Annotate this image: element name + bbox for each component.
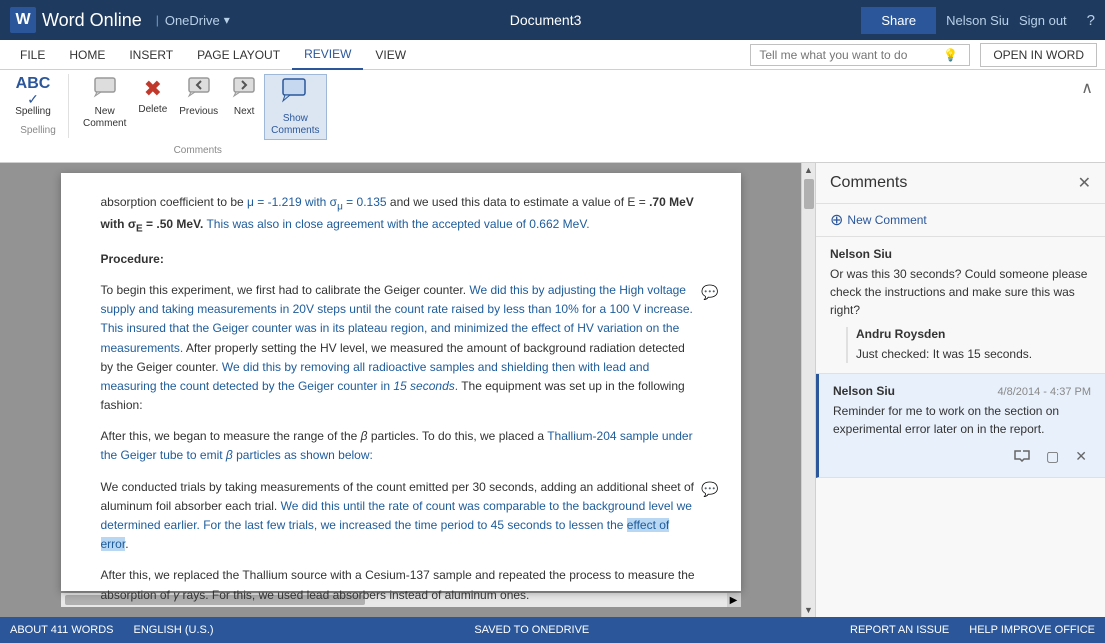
paragraph-2: After this, we began to measure the rang… [101,427,701,465]
show-comments-button[interactable]: ShowComments [264,74,326,140]
spelling-group-label: Spelling [8,125,68,136]
plus-icon: ⊕ [830,210,843,230]
word-online-label: Word Online [42,10,142,31]
comment-actions-2: ▢ ✕ [833,446,1091,467]
lightbulb-icon: 💡 [943,48,958,62]
comments-group: NewComment ✖ Delete Previous [69,74,327,158]
spelling-group: ABC ✓ Spelling Spelling [8,74,69,138]
expand-action-button[interactable]: ▢ [1042,446,1063,467]
new-comment-label: NewComment [83,106,126,130]
ribbon: ABC ✓ Spelling Spelling NewComment [0,70,1105,163]
vertical-scroll-thumb[interactable] [804,179,814,209]
next-icon [232,76,256,104]
new-comment-panel-label: New Comment [847,213,926,227]
comment-bubble-2[interactable]: 💬 [701,478,718,500]
scroll-up-button[interactable]: ▲ [802,163,815,177]
user-name: Nelson Siu [946,13,1009,28]
help-button[interactable]: ? [1087,12,1095,29]
spelling-label: Spelling [15,106,51,118]
tell-me-box[interactable]: 💡 [750,44,970,66]
main-area: absorption coefficient to be μ = -1.219 … [0,163,1105,617]
word-icon: W [10,7,36,33]
comment-thread-1: Nelson Siu Or was this 30 seconds? Could… [816,237,1105,374]
reply-action-button[interactable] [1010,446,1034,467]
show-comments-icon [281,77,309,111]
menu-page-layout[interactable]: PAGE LAYOUT [185,40,292,70]
menu-bar: FILE HOME INSERT PAGE LAYOUT REVIEW VIEW… [0,40,1105,70]
procedure-heading: Procedure: [101,250,701,269]
menu-home[interactable]: HOME [57,40,117,70]
reply-body-1: Just checked: It was 15 seconds. [856,345,1091,363]
delete-icon: ✖ [144,76,162,102]
previous-button[interactable]: Previous [173,74,224,120]
menu-review[interactable]: REVIEW [292,40,363,70]
new-comment-panel-button[interactable]: ⊕ New Comment [816,204,1105,237]
tell-me-input[interactable] [759,48,939,62]
scroll-down-button[interactable]: ▼ [802,603,815,617]
show-comments-label: ShowComments [271,113,319,137]
doc-title: Document3 [230,12,862,28]
new-comment-button[interactable]: NewComment [77,74,132,132]
comments-group-label: Comments [69,145,327,156]
spelling-button[interactable]: ABC ✓ Spelling [8,74,58,120]
open-in-word-button[interactable]: OPEN IN WORD [980,43,1097,67]
delete-button[interactable]: ✖ Delete [132,74,173,118]
comments-header: Comments ✕ [816,163,1105,204]
title-divider: | [156,13,159,27]
delete-label: Delete [138,104,167,116]
next-label: Next [234,106,255,118]
document-page: absorption coefficient to be μ = -1.219 … [61,173,741,591]
new-comment-icon [93,76,117,104]
comments-close-button[interactable]: ✕ [1078,173,1091,193]
comment-body-2: Reminder for me to work on the section o… [833,402,1091,438]
word-logo: W Word Online [10,7,142,33]
share-button[interactable]: Share [861,7,936,34]
vertical-scrollbar[interactable]: ▲ ▼ [801,163,815,617]
comments-panel: Comments ✕ ⊕ New Comment Nelson Siu Or w… [815,163,1105,617]
scroll-right-button[interactable]: ▶ [727,593,741,607]
menu-view[interactable]: VIEW [363,40,418,70]
menu-insert[interactable]: INSERT [117,40,185,70]
comment-bubble-1[interactable]: 💬 [701,281,718,303]
paragraph-3: We conducted trials by taking measuremen… [101,478,701,555]
title-bar: W Word Online | OneDrive ▾ Document3 Sha… [0,0,1105,40]
comments-title: Comments [830,174,907,192]
next-button[interactable]: Next [224,74,264,120]
previous-icon [187,76,211,104]
paragraph-1: To begin this experiment, we first had t… [101,281,701,415]
close-action-button[interactable]: ✕ [1071,446,1091,467]
onedrive-link[interactable]: OneDrive [165,13,220,28]
sign-out-link[interactable]: Sign out [1019,13,1067,28]
paragraph-4: After this, we replaced the Thallium sou… [101,566,701,604]
previous-label: Previous [179,106,218,118]
comment-author-2: Nelson Siu [833,384,895,398]
comment-body-1: Or was this 30 seconds? Could someone pl… [830,265,1091,319]
menu-file[interactable]: FILE [8,40,57,70]
comment-author-1: Nelson Siu [830,247,1091,261]
comment-reply-1: Andru Roysden Just checked: It was 15 se… [846,327,1091,363]
ribbon-collapse-button[interactable]: ∧ [1077,74,1097,102]
comments-buttons-row: NewComment ✖ Delete Previous [77,74,327,140]
comment-thread-2: Nelson Siu 4/8/2014 - 4:37 PM Reminder f… [816,374,1105,478]
document-area[interactable]: absorption coefficient to be μ = -1.219 … [0,163,801,617]
abc-icon: ABC ✓ [16,76,51,106]
paragraph-0: absorption coefficient to be μ = -1.219 … [101,193,701,238]
reply-author-1: Andru Roysden [856,327,1091,341]
comment-date-2: 4/8/2014 - 4:37 PM [997,386,1091,398]
status-bar: ABOUT 411 WORDS ENGLISH (U.S.) SAVED TO … [0,617,1105,643]
